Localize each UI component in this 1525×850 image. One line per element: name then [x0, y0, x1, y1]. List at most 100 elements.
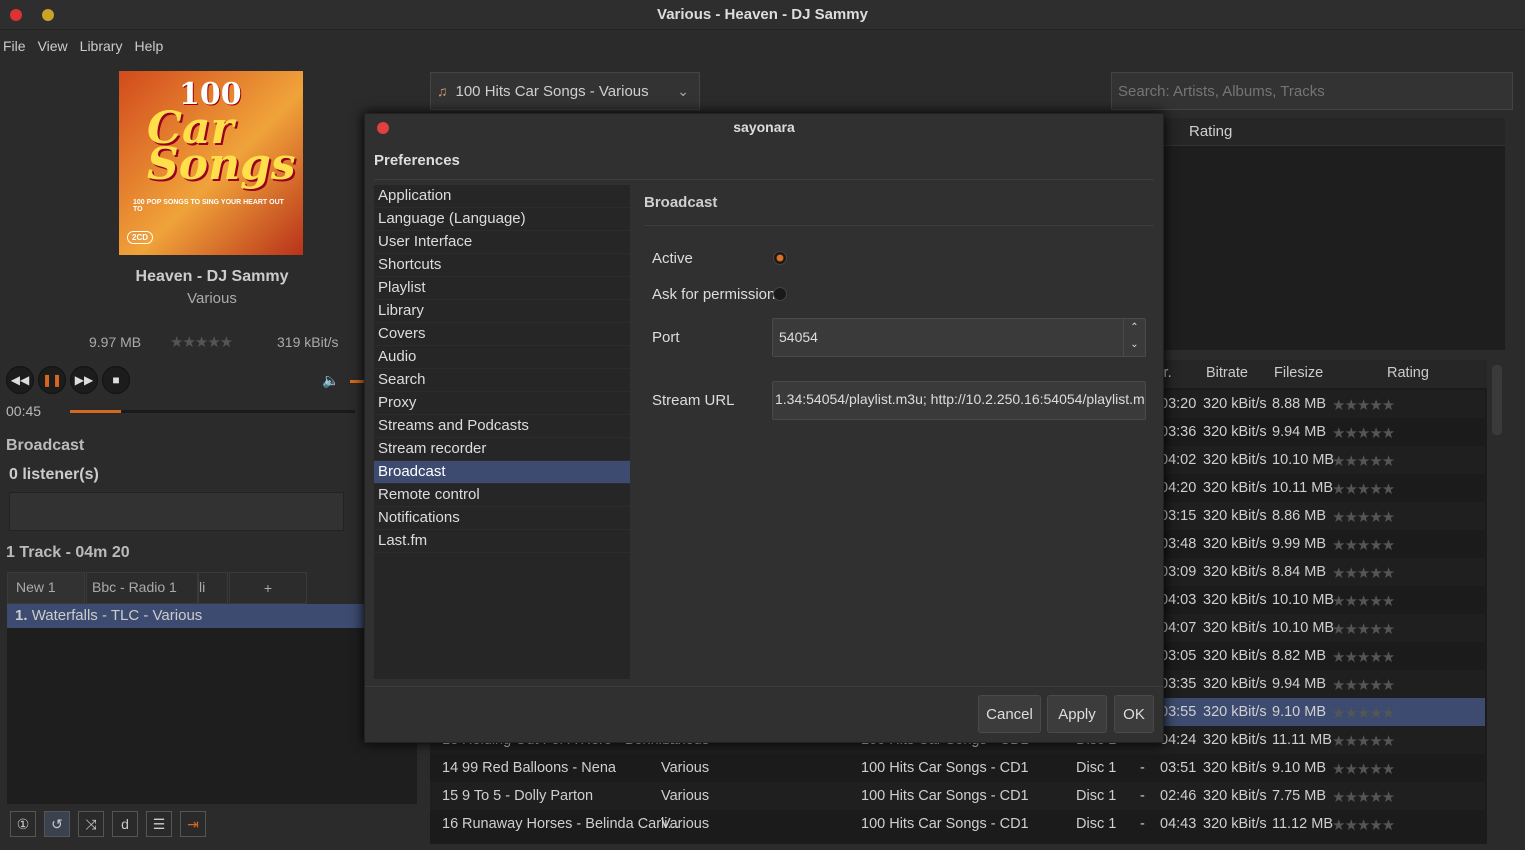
rating-stars[interactable]: ★★★★★: [1332, 564, 1395, 582]
preferences-category-item[interactable]: Playlist: [374, 277, 630, 300]
cell-artist: Various: [661, 788, 710, 804]
rating-stars[interactable]: ★★★★★: [1332, 508, 1395, 526]
scrollbar[interactable]: [1492, 365, 1502, 435]
shuffle-icon[interactable]: ⤨: [78, 811, 104, 837]
add-tab-button[interactable]: +: [229, 572, 307, 604]
divider: [365, 686, 1163, 687]
preferences-category-item[interactable]: Notifications: [374, 507, 630, 530]
rating-stars[interactable]: ★★★★★: [1332, 760, 1395, 778]
preferences-category-item[interactable]: Shortcuts: [374, 254, 630, 277]
cell-bitrate: 320 kBit/s: [1203, 424, 1267, 440]
album-cover[interactable]: 100 Car Songs 100 POP SONGS TO SING YOUR…: [119, 71, 303, 255]
preferences-category-item[interactable]: Proxy: [374, 392, 630, 415]
stream-url-field[interactable]: 1.34:54054/playlist.m3u; http://10.2.250…: [772, 381, 1146, 420]
cell-bitrate: 320 kBit/s: [1203, 592, 1267, 608]
rating-stars[interactable]: ★★★★★: [1332, 676, 1395, 694]
cell-size: 9.10 MB: [1272, 704, 1326, 720]
spin-arrows-icon[interactable]: ⌃ ⌄: [1123, 319, 1145, 356]
preferences-category-item[interactable]: Audio: [374, 346, 630, 369]
cell-bitrate: 320 kBit/s: [1203, 620, 1267, 636]
preferences-category-item[interactable]: Language (Language): [374, 208, 630, 231]
cell-bitrate: 320 kBit/s: [1203, 396, 1267, 412]
rating-stars[interactable]: ★★★★★: [1332, 648, 1395, 666]
cell-size: 10.10 MB: [1272, 592, 1335, 608]
next-icon: ▶▶: [74, 373, 94, 387]
playlist-item[interactable]: 1. Waterfalls - TLC - Various: [7, 604, 417, 628]
cell-dur: 03:09: [1160, 564, 1197, 580]
tab-bbc-radio-1[interactable]: Bbc - Radio 1: [86, 572, 198, 604]
dynamic-icon[interactable]: d: [112, 811, 138, 837]
preferences-category-item[interactable]: Last.fm: [374, 530, 630, 553]
rating-stars[interactable]: ★★★★★: [1332, 424, 1395, 442]
menu-view[interactable]: View: [38, 38, 68, 54]
rating-stars[interactable]: ★★★★★: [1332, 452, 1395, 470]
rating-stars[interactable]: ★★★★★: [170, 333, 233, 351]
tab-new-1[interactable]: New 1: [7, 572, 85, 604]
cell-artist: Various: [661, 816, 710, 832]
next-button[interactable]: ▶▶: [70, 366, 98, 394]
cell-album: 100 Hits Car Songs - CD1: [861, 816, 1029, 832]
rating-stars[interactable]: ★★★★★: [1332, 536, 1395, 554]
preferences-category-item[interactable]: Remote control: [374, 484, 630, 507]
pause-button[interactable]: ❚❚: [38, 366, 66, 394]
preferences-category-item[interactable]: Application: [374, 185, 630, 208]
cell-disc: Disc 1: [1076, 788, 1117, 804]
table-row[interactable]: 15 9 To 5 - Dolly Parton Various 100 Hits C…: [430, 782, 1485, 810]
active-checkbox[interactable]: [773, 251, 787, 265]
rating-stars[interactable]: ★★★★★: [1332, 788, 1395, 806]
bitrate: 319 kBit/s: [277, 334, 339, 350]
cell-size: 8.86 MB: [1272, 508, 1326, 524]
elapsed-time: 00:45: [6, 403, 42, 419]
album-combo[interactable]: ♫ 100 Hits Car Songs - Various ⌄: [430, 72, 700, 110]
repeat-one-icon[interactable]: ①: [10, 811, 36, 837]
progress-slider[interactable]: [70, 410, 355, 413]
cell-title: Runaway Horses - Belinda Carli...: [462, 816, 680, 832]
music-note-icon: ♫: [437, 83, 448, 99]
cell-dur: 04:02: [1160, 452, 1197, 468]
rating-stars[interactable]: ★★★★★: [1332, 592, 1395, 610]
preferences-category-item[interactable]: Library: [374, 300, 630, 323]
cell-dur: 03:48: [1160, 536, 1197, 552]
cell-dur: 02:46: [1160, 788, 1197, 804]
preferences-category-item[interactable]: Broadcast: [374, 461, 630, 484]
section-title: Broadcast: [644, 194, 718, 211]
rating-stars[interactable]: ★★★★★: [1332, 396, 1395, 414]
menu-help[interactable]: Help: [134, 38, 163, 54]
menu-file[interactable]: File: [3, 38, 26, 54]
preferences-category-item[interactable]: Covers: [374, 323, 630, 346]
port-spinbox[interactable]: 54054 ⌃ ⌄: [772, 318, 1146, 357]
cell-size: 8.88 MB: [1272, 396, 1326, 412]
cancel-button[interactable]: Cancel: [978, 695, 1041, 733]
rating-stars[interactable]: ★★★★★: [1332, 816, 1395, 834]
tab-partial[interactable]: li: [198, 572, 228, 604]
cell-album: 100 Hits Car Songs - CD1: [861, 760, 1029, 776]
active-label: Active: [652, 250, 693, 267]
table-row[interactable]: 14 99 Red Balloons - Nena Various 100 Hits …: [430, 754, 1485, 782]
rating-stars[interactable]: ★★★★★: [1332, 704, 1395, 722]
cell-num: 15: [442, 788, 459, 804]
ask-permission-checkbox[interactable]: [773, 287, 787, 301]
repeat-all-icon[interactable]: ↺: [44, 811, 70, 837]
menu-library[interactable]: Library: [80, 38, 123, 54]
preferences-category-list: Application Language (Language) User Inter…: [374, 185, 630, 679]
volume-icon[interactable]: 🔈: [322, 372, 339, 389]
preferences-category-item[interactable]: Search: [374, 369, 630, 392]
preferences-category-item[interactable]: Streams and Podcasts: [374, 415, 630, 438]
stop-button[interactable]: ■: [102, 366, 130, 394]
preferences-category-item[interactable]: Stream recorder: [374, 438, 630, 461]
volume-slider[interactable]: [350, 380, 364, 383]
gapless-icon[interactable]: ⇥: [180, 811, 206, 837]
ok-button[interactable]: OK: [1114, 695, 1154, 733]
apply-button[interactable]: Apply: [1047, 695, 1107, 733]
rating-stars[interactable]: ★★★★★: [1332, 732, 1395, 750]
file-size: 9.97 MB: [89, 334, 142, 350]
cell-dur: 04:03: [1160, 592, 1197, 608]
previous-button[interactable]: ◀◀: [6, 366, 34, 394]
table-row[interactable]: 16 Runaway Horses - Belinda Carli... Vario…: [430, 810, 1485, 838]
append-icon[interactable]: ☰: [146, 811, 172, 837]
rating-stars[interactable]: ★★★★★: [1332, 480, 1395, 498]
listener-combo[interactable]: [9, 492, 344, 531]
rating-stars[interactable]: ★★★★★: [1332, 620, 1395, 638]
search-input[interactable]: [1111, 72, 1513, 110]
preferences-category-item[interactable]: User Interface: [374, 231, 630, 254]
